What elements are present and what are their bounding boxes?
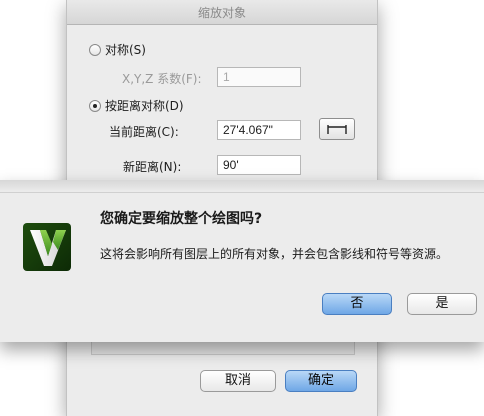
alert-top-edge [0,180,484,193]
symmetric-radio-option[interactable]: 对称(S) [89,41,146,58]
current-distance-field[interactable]: 27'4.067" [217,120,301,140]
scale-confirmation-alert: 您确定要缩放整个绘图吗? 这将会影响所有图层上的所有对象，并会包含影线和符号等资… [0,180,484,342]
current-distance-label: 当前距离(C): [109,125,179,139]
symmetric-radio-label: 对称(S) [105,43,146,57]
ok-button[interactable]: 确定 [285,370,357,392]
alert-message: 这将会影响所有图层上的所有对象，并会包含影线和符号等资源。 [100,247,449,261]
new-distance-field[interactable]: 90' [217,155,301,175]
alert-title: 您确定要缩放整个绘图吗? [100,211,263,227]
symmetric-radio[interactable] [89,43,101,56]
no-button[interactable]: 否 [322,293,392,315]
measure-distance-button[interactable] [319,118,355,140]
yes-button[interactable]: 是 [407,293,477,315]
distance-radio-label: 按距离对称(D) [105,99,184,113]
vectorworks-logo-icon [23,223,71,271]
distance-radio-option[interactable]: 按距离对称(D) [89,97,184,114]
distance-radio[interactable] [89,99,101,112]
factor-label: X,Y,Z 系数(F): [122,72,202,86]
cancel-button[interactable]: 取消 [200,370,276,392]
new-distance-label: 新距离(N): [123,160,182,174]
measure-distance-icon [327,125,347,134]
dialog-title: 缩放对象 [67,0,377,25]
factor-field[interactable]: 1 [217,67,301,87]
